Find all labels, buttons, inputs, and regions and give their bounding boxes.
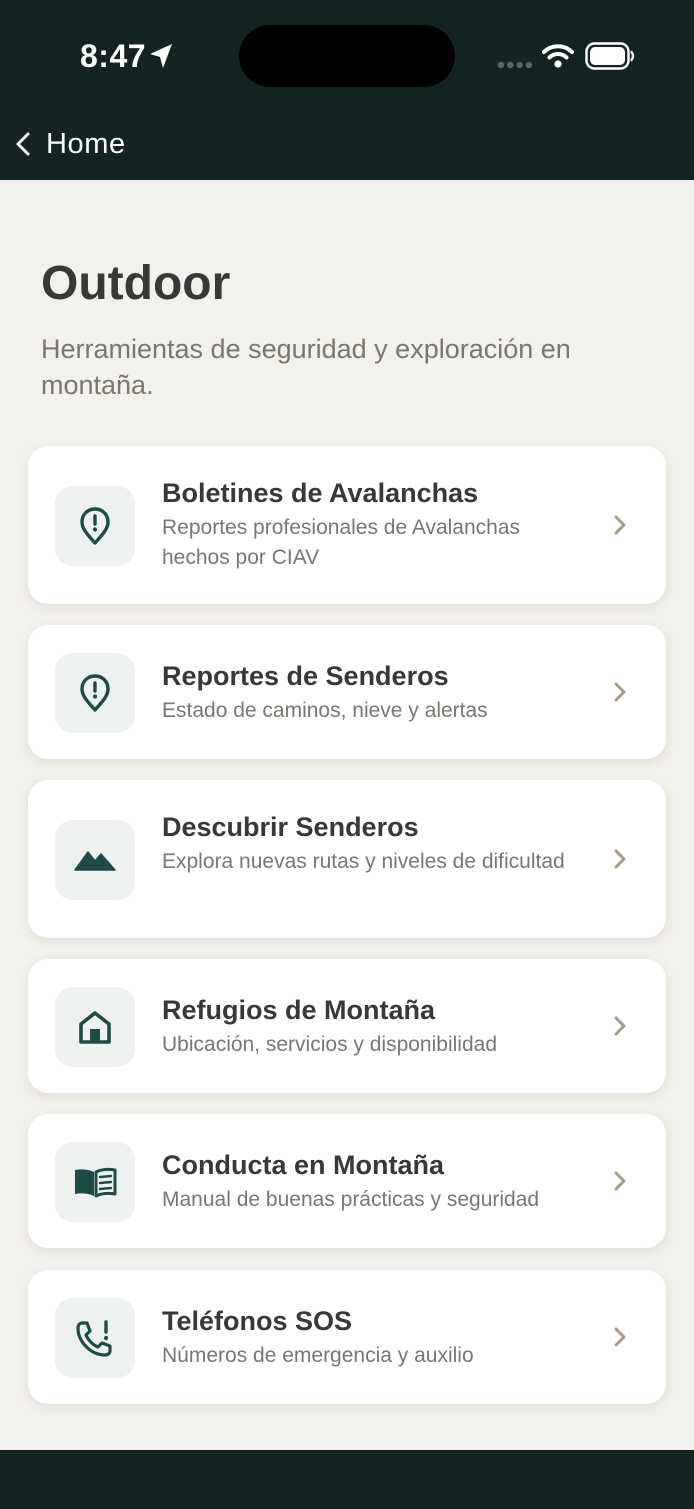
menu-item-descubrir-senderos[interactable]: Descubrir Senderos Explora nuevas rutas … [28, 780, 666, 938]
menu-item-description: Reportes profesionales de Avalanchas hec… [162, 516, 521, 569]
back-button[interactable]: Home [14, 124, 126, 164]
chevron-right-icon [614, 1171, 626, 1191]
icon-tile [55, 653, 135, 733]
icon-tile [55, 1142, 135, 1222]
wifi-icon [542, 44, 574, 68]
menu-item-description: Números de emergencia y auxilio [162, 1344, 474, 1367]
map-pin-alert-icon [80, 674, 110, 712]
menu-item-text: Reportes de Senderos Estado de caminos, … [162, 659, 592, 726]
dynamic-island [239, 25, 455, 87]
icon-tile [55, 486, 135, 566]
page-subtitle: Herramientas de seguridad y exploración … [41, 334, 571, 400]
icon-tile [55, 987, 135, 1067]
phone-alert-icon [76, 1320, 112, 1357]
menu-item-text: Boletines de Avalanchas Reportes profesi… [162, 476, 592, 573]
menu-item-text: Descubrir Senderos Explora nuevas rutas … [162, 810, 592, 877]
page-title: Outdoor [41, 257, 231, 310]
menu-item-description: Explora nuevas rutas y niveles de dificu… [162, 850, 565, 873]
chevron-right-icon [614, 1016, 626, 1036]
icon-tile [55, 820, 135, 900]
chevron-left-icon [16, 132, 30, 156]
mountain-icon [74, 851, 116, 871]
location-arrow-icon [150, 44, 172, 68]
bottom-bar [0, 1450, 694, 1509]
menu-item-text: Refugios de Montaña Ubicación, servicios… [162, 993, 592, 1060]
menu-item-title: Teléfonos SOS [162, 1306, 353, 1336]
menu-item-reportes-senderos[interactable]: Reportes de Senderos Estado de caminos, … [28, 625, 666, 759]
menu-item-text: Teléfonos SOS Números de emergencia y au… [162, 1304, 592, 1371]
menu-item-title: Reportes de Senderos [162, 661, 449, 691]
menu-item-refugios-montana[interactable]: Refugios de Montaña Ubicación, servicios… [28, 959, 666, 1093]
house-icon [79, 1011, 111, 1044]
menu-item-telefonos-sos[interactable]: Teléfonos SOS Números de emergencia y au… [28, 1270, 666, 1404]
chevron-right-icon [614, 682, 626, 702]
menu-item-text: Conducta en Montaña Manual de buenas prá… [162, 1148, 592, 1215]
chevron-right-icon [614, 515, 626, 535]
menu-item-title: Conducta en Montaña [162, 1150, 444, 1180]
menu-item-conducta-montana[interactable]: Conducta en Montaña Manual de buenas prá… [28, 1114, 666, 1248]
cellular-signal-icon [497, 61, 533, 69]
status-time: 8:47 [80, 38, 147, 74]
menu-item-description: Ubicación, servicios y disponibilidad [162, 1033, 497, 1056]
chevron-right-icon [614, 1327, 626, 1347]
icon-tile [55, 1298, 135, 1378]
menu-item-title: Refugios de Montaña [162, 995, 436, 1025]
chevron-right-icon [614, 849, 626, 869]
menu-item-title: Descubrir Senderos [162, 812, 419, 842]
menu-item-description: Estado de caminos, nieve y alertas [162, 699, 488, 722]
menu-item-description: Manual de buenas prácticas y seguridad [162, 1188, 540, 1211]
back-button-label: Home [46, 127, 126, 160]
navigation-header: 8:47 Home [0, 0, 694, 180]
menu-item-boletines-avalanchas[interactable]: Boletines de Avalanchas Reportes profesi… [28, 446, 666, 604]
battery-icon [585, 42, 635, 70]
menu-item-title: Boletines de Avalanchas [162, 478, 479, 508]
open-book-icon [75, 1167, 117, 1198]
map-pin-alert-icon [80, 507, 110, 545]
